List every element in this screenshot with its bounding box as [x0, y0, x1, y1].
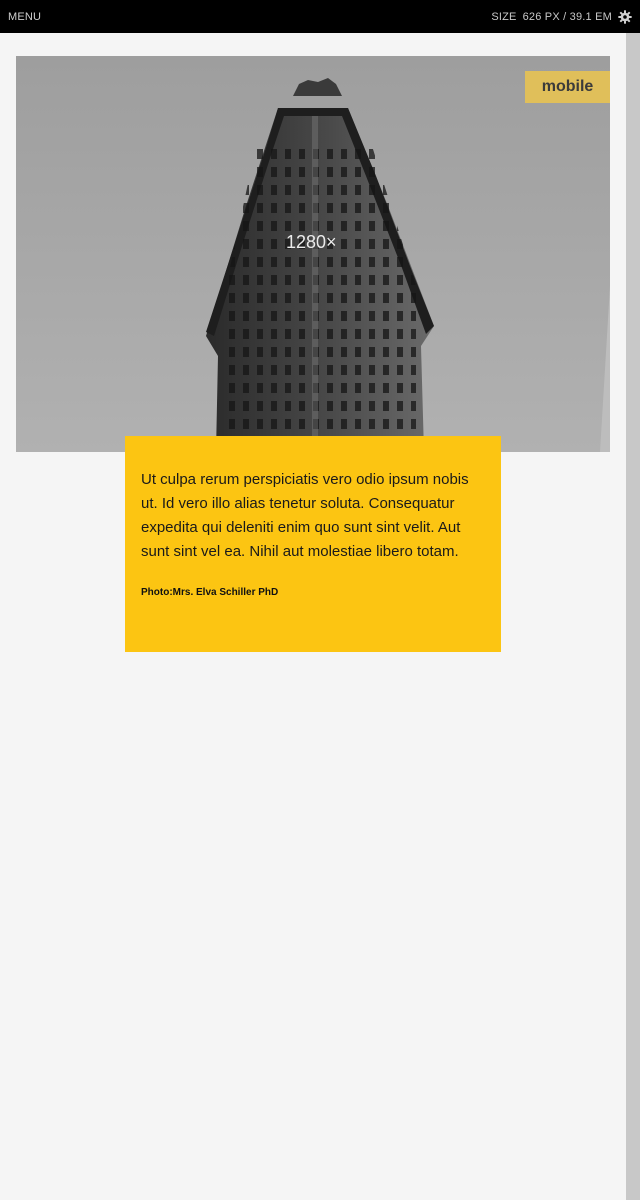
size-label: SIZE — [491, 10, 517, 23]
caption-card: Ut culpa rerum perspiciatis vero odio ip… — [125, 436, 501, 652]
flatiron-building-illustration — [16, 56, 610, 452]
breakpoint-badge: mobile — [525, 71, 610, 103]
photo-credit: Photo:Mrs. Elva Schiller PhD — [141, 587, 279, 598]
preview-viewport: mobile 1280× Ut culpa rerum perspiciatis… — [0, 33, 626, 1200]
top-toolbar: MENU SIZE 626 PX / 39.1 EM — [0, 0, 640, 33]
hero-image: mobile 1280× — [16, 56, 610, 452]
image-size-label: 1280× — [286, 232, 337, 252]
size-readout: SIZE 626 PX / 39.1 EM — [491, 9, 632, 24]
caption-text: Ut culpa rerum perspiciatis vero odio ip… — [141, 471, 469, 560]
scrollbar[interactable] — [626, 33, 640, 1200]
menu-button[interactable]: MENU — [8, 11, 41, 23]
gear-icon[interactable] — [618, 9, 632, 24]
size-value: 626 PX / 39.1 EM — [522, 10, 612, 23]
